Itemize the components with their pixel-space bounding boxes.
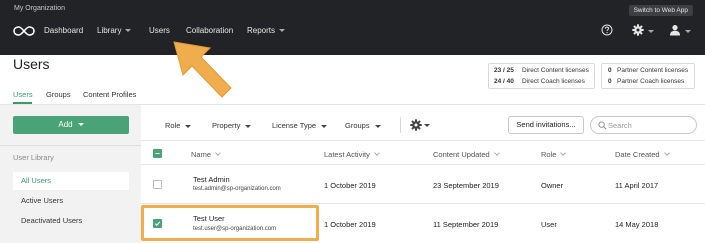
partner-licenses-panel: 0 Partner Content licenses 0 Partner Coach… [601,63,695,89]
page-title: Users [13,56,50,72]
direct-coach-licenses: 24 / 40 Direct Coach licenses [494,78,585,85]
chevron-down-icon[interactable] [424,124,430,127]
gear-icon[interactable] [632,24,644,36]
sort-icon [374,150,380,156]
nav-users[interactable]: Users [149,26,170,35]
sort-icon [215,150,221,156]
latest-activity: 1 October 2019 [324,220,376,229]
tab-users[interactable]: Users [13,90,33,99]
user-role: User [541,220,557,229]
select-all-checkbox[interactable] [153,149,162,158]
property-filter[interactable]: Property [212,121,252,130]
content-updated: 23 September 2019 [433,181,499,190]
direct-licenses-panel: 23 / 25 Direct Content licenses 24 / 40 Di… [488,63,595,89]
chevron-down-icon [77,123,84,127]
user-chevron-down-icon[interactable] [685,30,691,33]
divider [0,145,141,146]
add-button[interactable]: Add [13,116,129,134]
user-icon[interactable] [669,24,681,36]
sidebar-item-deactivated-users[interactable]: Deactivated Users [13,212,129,230]
search-box[interactable] [590,116,697,134]
date-created: 11 April 2017 [615,181,659,190]
column-header-latest-activity[interactable]: Latest Activity [324,150,380,159]
switch-to-web-app-button[interactable]: Switch to Web App [628,5,693,16]
sort-icon [663,150,670,156]
row-checkbox[interactable] [153,180,162,189]
settings-gear-icon[interactable] [410,119,422,131]
minus-icon [155,153,160,154]
chevron-down-icon [321,124,328,128]
sidebar-heading: User Library [13,153,54,162]
license-type-filter[interactable]: License Type [272,121,328,130]
search-icon [598,121,607,130]
app-logo-icon[interactable] [13,25,35,37]
chevron-down-icon [185,124,192,128]
column-header-name[interactable]: Name [191,150,221,159]
tab-groups[interactable]: Groups [46,90,71,99]
latest-activity: 1 October 2019 [324,181,376,190]
help-icon[interactable] [601,24,613,36]
search-input[interactable] [608,119,692,131]
chevron-down-icon [125,29,132,33]
sidebar-item-all-users[interactable]: All Users [13,172,129,190]
partner-content-licenses: 0 Partner Content licenses [608,67,689,74]
sort-icon [560,150,567,156]
nav-library[interactable]: Library [97,26,132,35]
partner-coach-licenses: 0 Partner Coach licenses [608,78,685,85]
chevron-down-icon [279,29,286,33]
send-invitations-button[interactable]: Send invitations... [508,116,584,134]
chevron-down-icon [374,124,381,128]
chevron-down-icon [245,124,252,128]
toolbar-divider [400,117,401,133]
user-name[interactable]: Test Admin [193,175,230,184]
content-updated: 11 September 2019 [433,220,499,229]
nav-dashboard[interactable]: Dashboard [44,26,83,35]
highlight-box [141,205,319,241]
sidebar-item-active-users[interactable]: Active Users [13,192,129,210]
gear-chevron-down-icon[interactable] [648,30,654,33]
divider [141,140,705,141]
nav-reports[interactable]: Reports [247,26,286,35]
divider [141,164,705,165]
tab-content-profiles[interactable]: Content Profiles [83,90,136,99]
nav-collaboration[interactable]: Collaboration [186,26,233,35]
column-header-date-created[interactable]: Date Created [615,150,670,159]
direct-content-licenses: 23 / 25 Direct Content licenses [494,67,589,74]
column-header-role[interactable]: Role [541,150,567,159]
role-filter[interactable]: Role [165,121,192,130]
column-header-content-updated[interactable]: Content Updated [433,150,500,159]
groups-filter[interactable]: Groups [345,121,381,130]
user-role: Owner [541,181,564,190]
organization-name: My Organization [14,5,65,12]
sort-icon [493,150,500,156]
divider [141,203,705,204]
pointer-arrow-icon [173,41,232,98]
date-created: 14 May 2018 [615,220,659,229]
user-email: test.admin@sp-organization.com [193,186,281,192]
